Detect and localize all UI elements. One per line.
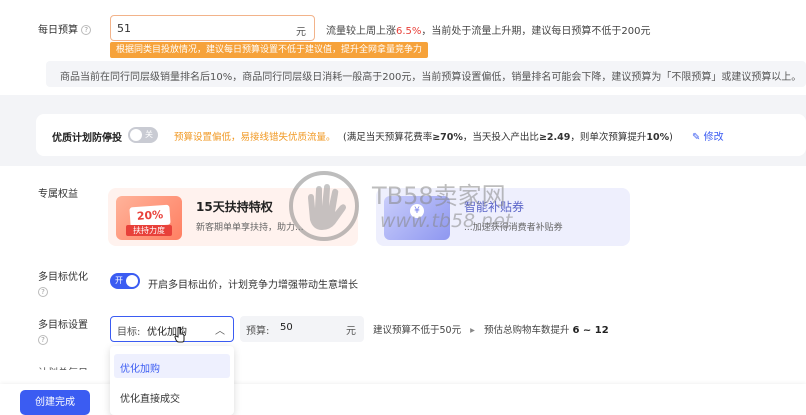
daily-budget-section: 每日预算 ? 51 元 根据同类目投放情况，建议每日预算设置不低于建议值，提升全… <box>0 0 806 95</box>
toggle-knob <box>130 129 142 141</box>
quality-stop-label: 优质计划防停投 <box>52 133 122 144</box>
daily-budget-unit: 元 <box>296 27 306 38</box>
target-budget-prefix: 预算: <box>246 326 270 337</box>
benefits-label: 专属权益 <box>38 189 78 200</box>
watermark-url: www.tb58.net <box>380 210 513 232</box>
quality-stop-rule: (满足当天预算花费率≥70%，当天投入产出比≥2.49，则单次预算提升10%) <box>343 132 673 143</box>
dropdown-option-add-cart[interactable]: 优化加购 <box>114 354 230 378</box>
watermark: TB58卖家网 www.tb58.net <box>288 170 548 248</box>
target-budget-input[interactable]: 预算: 50 元 <box>240 316 364 342</box>
edit-button[interactable]: ✎ 修改 <box>692 128 724 143</box>
support-badge: 20% 扶持力度 <box>116 196 182 240</box>
edit-icon: ✎ <box>692 132 701 143</box>
create-button[interactable]: 创建完成 <box>20 390 90 415</box>
support-badge-percent: 20% <box>129 204 171 228</box>
budget-warning-tip: 根据同类目投放情况，建议每日预算设置不低于建议值，提升全网拿量竞争力 <box>110 42 429 58</box>
multi-setting-label: 多目标设置 ? <box>38 320 88 345</box>
watermark-title: TB58卖家网 <box>372 182 506 210</box>
chevron-up-icon: ︿ <box>215 326 225 337</box>
arrow-right-icon: ▸ <box>470 325 475 336</box>
target-budget-unit: 元 <box>346 326 356 337</box>
daily-budget-value: 51 <box>117 22 131 35</box>
quality-stop-warning: 预算设置偏低，易接线错失优质流量。 <box>174 132 336 143</box>
benefit-title: 15天扶持特权 <box>196 200 273 214</box>
daily-budget-input[interactable]: 51 元 <box>110 15 315 41</box>
target-select[interactable]: 目标: 优化加购 ︿ <box>110 316 234 342</box>
multi-opt-desc: 开启多目标出价，计划竞争力增强带动生意增长 <box>148 280 358 291</box>
budget-info-bar: 商品当前在同行同层级销量排名后10%，商品同行同层级日消耗一般高于200元，当前… <box>46 61 806 87</box>
edit-label: 修改 <box>703 132 724 143</box>
target-budget-value: 50 <box>280 322 293 333</box>
budget-hint: 流量较上周上涨6.5%，当前处于流量上升期，建议每日预算不低于200元 <box>326 26 651 37</box>
support-badge-label: 扶持力度 <box>126 225 172 236</box>
target-budget-hint: 建议预算不低于50元 ▸ 预估总购物车数提升 6 ~ 12 <box>373 325 609 336</box>
daily-budget-label: 每日预算 ? <box>38 21 92 36</box>
quality-stop-card: 优质计划防停投 关 预算设置偏低，易接线错失优质流量。 (满足当天预算花费率≥7… <box>36 114 806 156</box>
watermark-hand-icon <box>289 171 359 241</box>
toggle-text: 开 <box>115 276 123 285</box>
target-select-prefix: 目标: <box>117 327 141 338</box>
toggle-text: 关 <box>145 130 153 139</box>
hand-cursor-icon <box>174 327 185 343</box>
toggle-knob <box>126 275 138 287</box>
plan-daily-label: 计划总每日 <box>38 364 88 370</box>
help-icon[interactable]: ? <box>38 287 48 297</box>
help-icon[interactable]: ? <box>38 335 48 345</box>
quality-stop-toggle[interactable]: 关 <box>128 127 158 143</box>
target-dropdown: 优化加购 优化直接成交 <box>110 346 234 415</box>
help-icon[interactable]: ? <box>81 25 92 35</box>
multi-opt-toggle[interactable]: 开 <box>110 273 140 289</box>
multi-opt-label: 多目标优化 ? <box>38 272 88 297</box>
dropdown-option-direct-deal[interactable]: 优化直接成交 <box>114 384 230 408</box>
